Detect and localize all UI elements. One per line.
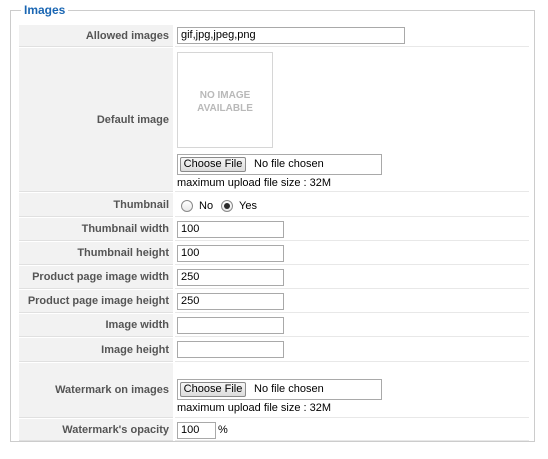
row-watermark-opacity: Watermark's opacity 100 % [19, 419, 529, 441]
watermark-file-status: No file chosen [254, 383, 324, 395]
row-product-image-height: Product page image height 250 [19, 290, 529, 313]
thumbnail-no-label[interactable]: No [199, 200, 213, 212]
default-image-choose-file-button[interactable]: Choose File [180, 157, 246, 172]
product-image-width-input[interactable]: 250 [177, 269, 284, 286]
watermark-opacity-unit: % [218, 424, 228, 436]
row-product-image-width: Product page image width 250 [19, 266, 529, 289]
watermark-label: Watermark on images [55, 384, 169, 396]
image-height-label: Image height [101, 343, 169, 356]
product-image-height-input[interactable]: 250 [177, 293, 284, 310]
default-image-label: Default image [96, 113, 169, 126]
watermark-choose-file-button[interactable]: Choose File [180, 382, 246, 397]
image-height-input[interactable] [177, 341, 284, 358]
default-image-file-input[interactable]: Choose File No file chosen [177, 154, 382, 175]
row-watermark: Watermark on images Choose File No file … [19, 363, 529, 418]
section-legend: Images [21, 3, 69, 17]
thumbnail-height-input[interactable]: 100 [177, 245, 284, 262]
no-image-placeholder: NO IMAGE AVAILABLE [177, 52, 273, 148]
no-image-line2: AVAILABLE [197, 103, 253, 114]
allowed-images-label: Allowed images [85, 29, 169, 42]
image-width-input[interactable] [177, 317, 284, 334]
default-image-upload-note: maximum upload file size : 32M [177, 177, 332, 189]
row-image-height: Image height [19, 338, 529, 362]
watermark-opacity-label: Watermark's opacity [62, 423, 169, 436]
product-image-width-label: Product page image width [32, 271, 169, 283]
no-image-line1: NO IMAGE [199, 90, 251, 101]
thumbnail-width-label: Thumbnail width [81, 223, 169, 235]
thumbnail-width-input[interactable]: 100 [177, 221, 284, 238]
row-image-width: Image width [19, 314, 529, 337]
allowed-images-input[interactable]: gif,jpg,jpeg,png [177, 27, 405, 44]
thumbnail-label: Thumbnail [113, 198, 169, 211]
row-allowed-images: Allowed images gif,jpg,jpeg,png [19, 25, 529, 47]
row-thumbnail-width: Thumbnail width 100 [19, 218, 529, 241]
thumbnail-no-radio[interactable] [181, 200, 193, 212]
row-default-image: Default image NO IMAGE AVAILABLE Choose … [19, 48, 529, 192]
image-width-label: Image width [105, 319, 169, 331]
row-thumbnail: Thumbnail No Yes [19, 193, 529, 217]
thumbnail-yes-label[interactable]: Yes [239, 200, 257, 212]
watermark-file-input[interactable]: Choose File No file chosen [177, 379, 382, 400]
thumbnail-yes-radio[interactable] [221, 200, 233, 212]
watermark-upload-note: maximum upload file size : 32M [177, 402, 332, 414]
default-image-file-status: No file chosen [254, 158, 324, 170]
thumbnail-height-label: Thumbnail height [77, 247, 169, 259]
images-fieldset: Images Allowed images gif,jpg,jpeg,png D… [10, 3, 535, 442]
watermark-opacity-input[interactable]: 100 [177, 422, 216, 439]
row-thumbnail-height: Thumbnail height 100 [19, 242, 529, 265]
product-image-height-label: Product page image height [27, 295, 169, 307]
